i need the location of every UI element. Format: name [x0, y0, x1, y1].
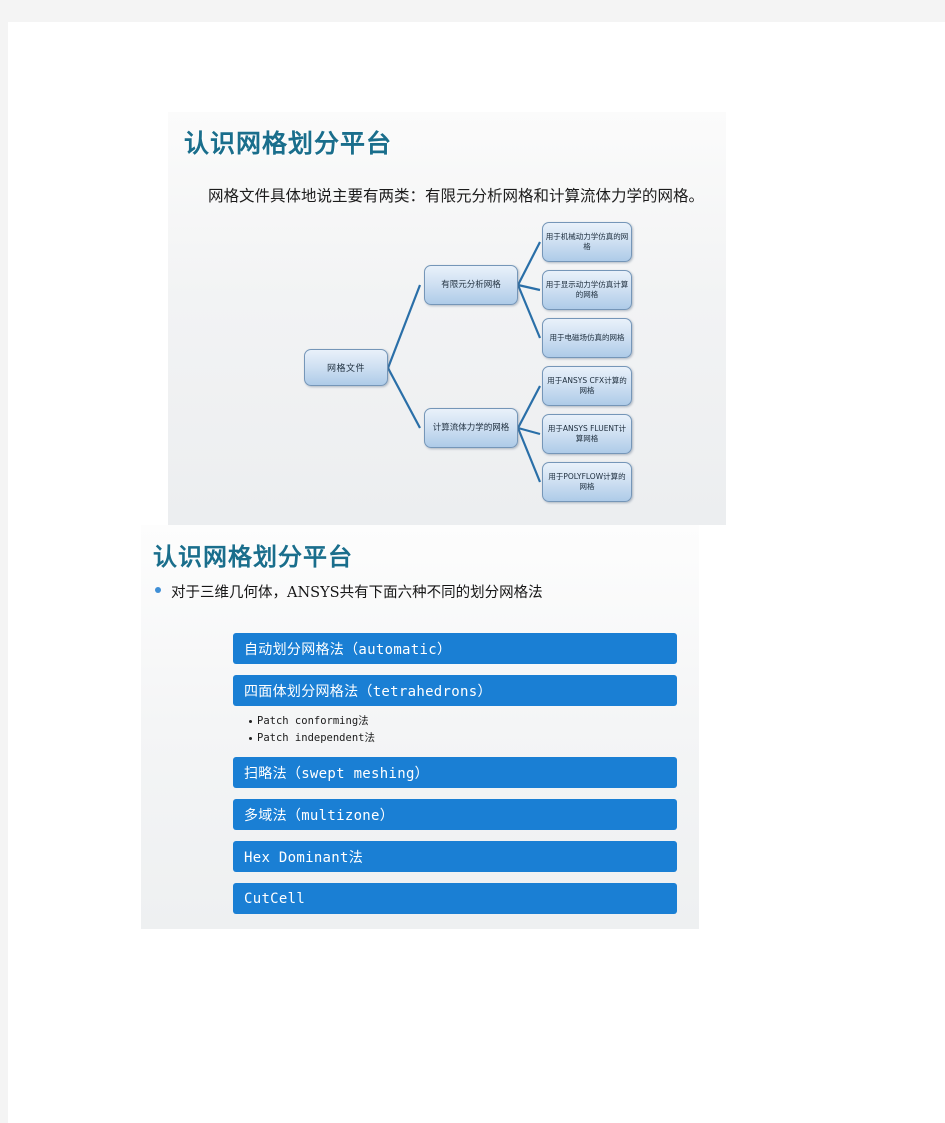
- method-sub-item: Patch independent法: [249, 730, 677, 747]
- diagram-node-leaf: 用于机械动力学仿真的网格: [542, 222, 632, 262]
- slide-one-body-text: 网格文件具体地说主要有两类：有限元分析网格和计算流体力学的网格。: [208, 187, 705, 205]
- method-bar: CutCell: [233, 883, 677, 914]
- method-bar: 扫略法（swept meshing）: [233, 757, 677, 788]
- slide-two-bullet-item: 对于三维几何体，ANSYS共有下面六种不同的划分网格法: [155, 581, 543, 602]
- sub-bullet-dot-icon: [249, 737, 252, 740]
- slide-one: 认识网格划分平台 网格文件具体地说主要有两类：有限元分析网格和计算流体力学的网格…: [168, 112, 726, 525]
- diagram-node-leaf: 用于ANSYS CFX计算的网格: [542, 366, 632, 406]
- diagram-node-leaf: 用于电磁场仿真的网格: [542, 318, 632, 358]
- slide-two-bullet-text: 对于三维几何体，ANSYS共有下面六种不同的划分网格法: [171, 585, 543, 601]
- method-bar: 自动划分网格法（automatic）: [233, 633, 677, 664]
- diagram-node-branch-fea: 有限元分析网格: [424, 265, 518, 305]
- page-sheet: 认识网格划分平台 网格文件具体地说主要有两类：有限元分析网格和计算流体力学的网格…: [8, 22, 945, 1123]
- mesh-file-taxonomy-diagram: 网格文件 有限元分析网格 计算流体力学的网格 用于机械动力学仿真的网格 用于显示…: [168, 222, 726, 522]
- diagram-node-root: 网格文件: [304, 349, 388, 386]
- method-bar: 多域法（multizone）: [233, 799, 677, 830]
- diagram-node-leaf: 用于POLYFLOW计算的网格: [542, 462, 632, 502]
- diagram-node-leaf: 用于显示动力学仿真计算的网格: [542, 270, 632, 310]
- diagram-node-leaf: 用于ANSYS FLUENT计算网格: [542, 414, 632, 454]
- method-sub-item: Patch conforming法: [249, 713, 677, 730]
- bullet-dot-icon: [155, 587, 161, 593]
- method-sub-list: Patch conforming法 Patch independent法: [249, 713, 677, 747]
- meshing-methods-list: 自动划分网格法（automatic） 四面体划分网格法（tetrahedrons…: [233, 633, 677, 925]
- sub-bullet-dot-icon: [249, 720, 252, 723]
- diagram-node-branch-cfd: 计算流体力学的网格: [424, 408, 518, 448]
- method-bar: 四面体划分网格法（tetrahedrons）: [233, 675, 677, 706]
- slide-two-title: 认识网格划分平台: [153, 543, 353, 571]
- method-sub-label: Patch independent法: [257, 732, 375, 744]
- method-sub-label: Patch conforming法: [257, 715, 369, 727]
- method-bar: Hex Dominant法: [233, 841, 677, 872]
- slide-two: 认识网格划分平台 对于三维几何体，ANSYS共有下面六种不同的划分网格法 自动划…: [141, 525, 699, 929]
- slide-one-title: 认识网格划分平台: [184, 129, 393, 158]
